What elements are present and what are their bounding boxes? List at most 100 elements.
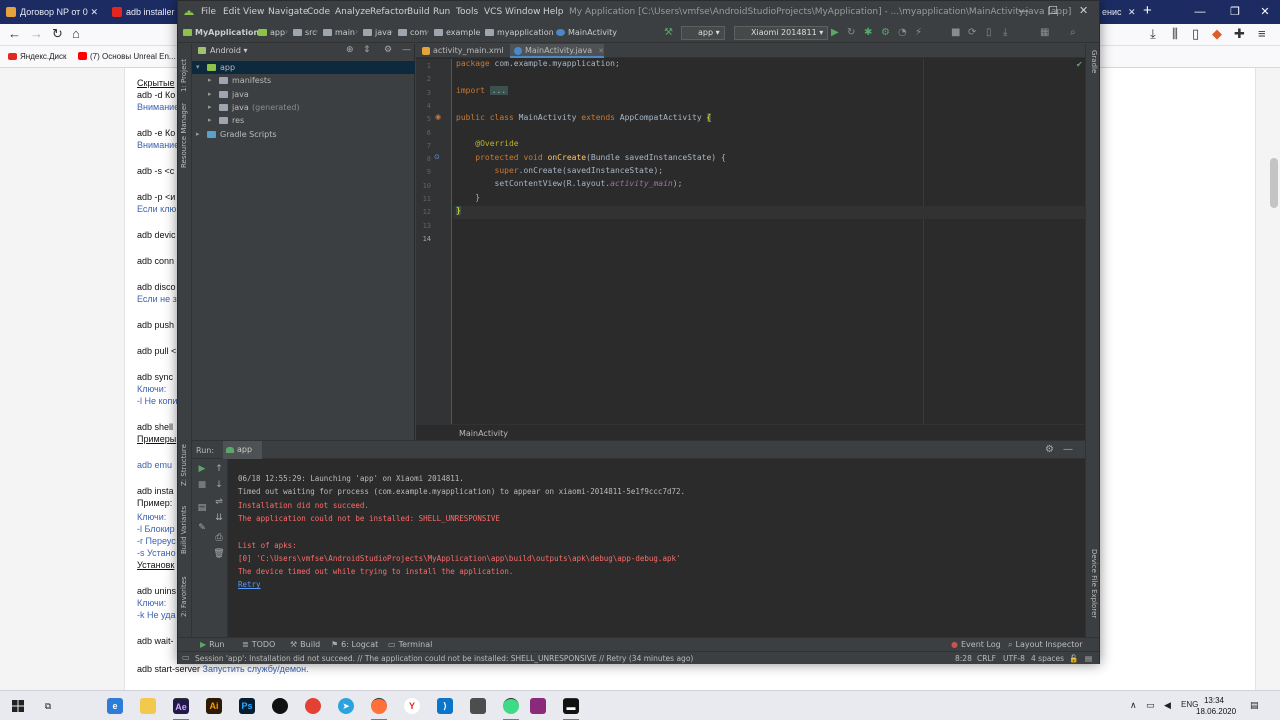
breadcrumb-java[interactable]: java bbox=[363, 28, 392, 37]
settings-icon[interactable]: ⚙ bbox=[1045, 444, 1054, 455]
menu-analyze[interactable]: Analyze bbox=[335, 7, 370, 17]
status-message[interactable]: Session 'app': Installation did not succ… bbox=[195, 654, 693, 663]
layout-icon[interactable]: ▤ bbox=[195, 503, 209, 513]
tree-node-java[interactable]: ▸ java bbox=[192, 88, 415, 101]
menu-file[interactable]: File bbox=[201, 7, 216, 17]
chevron-right-icon[interactable]: ▸ bbox=[196, 128, 200, 141]
tree-node-java[interactable]: ▸ java (generated) bbox=[192, 101, 415, 114]
tool-tab-build[interactable]: ⚒ Build bbox=[290, 640, 320, 649]
menu-edit[interactable]: Edit bbox=[223, 7, 240, 17]
device-combo[interactable]: Xiaomi 2014811 ▾ bbox=[734, 26, 829, 40]
minimize-icon[interactable]: — bbox=[1180, 0, 1220, 24]
tool-tab-event-log[interactable]: ● Event Log bbox=[951, 640, 1001, 649]
illustrator-icon[interactable]: Ai bbox=[206, 698, 222, 714]
edge-icon[interactable]: e bbox=[107, 698, 123, 714]
sdk-manager-icon[interactable]: ⤓ bbox=[1003, 27, 1007, 38]
tool-tab-layout-inspector[interactable]: ⌕ Layout Inspector bbox=[1008, 640, 1083, 650]
favorites-tool-tab[interactable]: 2: Favorites bbox=[180, 576, 188, 617]
network-icon[interactable]: ▭ bbox=[1146, 700, 1155, 711]
close-tab-icon[interactable]: ✕ bbox=[1124, 0, 1140, 24]
after-effects-icon[interactable]: Ae bbox=[173, 698, 189, 720]
bookmark-yandex-disk[interactable]: Яндекс.Диск bbox=[8, 52, 67, 61]
breadcrumb-main[interactable]: main bbox=[323, 28, 355, 37]
close-window-icon[interactable]: ✕ bbox=[1245, 0, 1280, 24]
collapse-icon[interactable]: ⇕ bbox=[363, 45, 371, 55]
run-icon[interactable]: ▶ bbox=[831, 27, 839, 38]
firefox-icon[interactable] bbox=[371, 698, 387, 720]
back-icon[interactable]: ← bbox=[8, 26, 21, 41]
chevron-right-icon[interactable]: ▸ bbox=[208, 114, 212, 127]
hammer-build-icon[interactable]: ⚒ bbox=[664, 27, 673, 38]
ide-close-icon[interactable]: ✕ bbox=[1079, 4, 1088, 17]
tree-node-manifests[interactable]: ▸ manifests bbox=[192, 74, 415, 87]
download-icon[interactable]: ⤓ bbox=[1150, 26, 1156, 42]
ide-maximize-icon[interactable]: ☐ bbox=[1048, 4, 1058, 17]
android-studio-icon[interactable] bbox=[503, 698, 519, 720]
editor-tab-active[interactable]: MainActivity.java ✕ bbox=[510, 44, 605, 58]
notifications-icon[interactable]: ▤ bbox=[1250, 700, 1259, 711]
hide-panel-icon[interactable]: — bbox=[1063, 444, 1073, 455]
new-tab-icon[interactable]: + bbox=[1143, 0, 1152, 22]
run-tab-app[interactable]: app bbox=[223, 441, 263, 459]
project-tool-tab[interactable]: 1: Project bbox=[180, 59, 188, 92]
sublime-icon[interactable] bbox=[470, 698, 486, 714]
menu-view[interactable]: View bbox=[243, 7, 264, 17]
menu-vcs[interactable]: VCS bbox=[484, 7, 502, 17]
tool-tab-logcat[interactable]: ⚑ 6: Logcat bbox=[331, 640, 378, 649]
apply-changes-icon[interactable]: ⚡ bbox=[915, 27, 922, 38]
debug-icon[interactable]: ✱ bbox=[864, 27, 872, 38]
avd-manager-icon[interactable]: ▯ bbox=[986, 27, 992, 38]
chevron-down-icon[interactable]: ▾ bbox=[196, 61, 200, 74]
menu-code[interactable]: Code bbox=[307, 7, 330, 17]
menu-help[interactable]: Help bbox=[543, 7, 564, 17]
breadcrumb-app[interactable]: app bbox=[258, 28, 285, 37]
tool-tab-run[interactable]: ▶ Run bbox=[200, 640, 225, 649]
clock[interactable]: 13:34 18.06.2020 bbox=[1196, 695, 1236, 717]
file-encoding[interactable]: UTF-8 bbox=[1003, 654, 1025, 663]
tray-chevron-icon[interactable]: ∧ bbox=[1130, 700, 1137, 711]
rerun-icon[interactable]: ▶ bbox=[195, 464, 209, 474]
build-variants-tool-tab[interactable]: Build Variants bbox=[180, 506, 188, 554]
line-separator[interactable]: CRLF bbox=[977, 654, 996, 663]
forward-icon[interactable]: → bbox=[30, 26, 43, 41]
menu-navigate[interactable]: Navigate bbox=[268, 7, 308, 17]
recorder-icon[interactable] bbox=[272, 698, 288, 714]
chrome-icon[interactable] bbox=[305, 698, 321, 714]
scroll-down-icon[interactable]: ↓ bbox=[212, 480, 226, 490]
indent-setting[interactable]: 4 spaces bbox=[1031, 654, 1064, 663]
hide-panel-icon[interactable]: — bbox=[402, 45, 411, 55]
menu-icon[interactable]: ≡ bbox=[1258, 26, 1266, 41]
menu-run[interactable]: Run bbox=[433, 7, 450, 17]
terminal-icon[interactable]: ▬ bbox=[563, 698, 579, 720]
gradle-tool-tab[interactable]: Gradle bbox=[1090, 50, 1098, 73]
scroll-up-icon[interactable]: ↑ bbox=[212, 464, 226, 474]
telegram-icon[interactable]: ➤ bbox=[338, 698, 354, 714]
run-config-combo[interactable]: app ▾ bbox=[681, 26, 725, 40]
reload-icon[interactable]: ↻ bbox=[52, 26, 63, 42]
sync-gradle-icon[interactable]: ⟳ bbox=[968, 27, 976, 38]
photoshop-icon[interactable]: Ps bbox=[239, 698, 255, 714]
attach-debugger-icon[interactable]: ⚙ bbox=[881, 27, 890, 38]
chevron-right-icon[interactable]: ▸ bbox=[208, 74, 212, 87]
menu-tools[interactable]: Tools bbox=[456, 7, 478, 17]
memory-icon[interactable]: ▤ bbox=[1085, 654, 1092, 663]
print-icon[interactable]: ⎙ bbox=[212, 533, 226, 543]
stop-icon[interactable]: ■ bbox=[195, 480, 209, 490]
home-icon[interactable]: ⌂ bbox=[72, 26, 80, 41]
breadcrumb-mainactivity[interactable]: MainActivity bbox=[556, 28, 617, 37]
tree-node-res[interactable]: ▸ res bbox=[192, 114, 415, 127]
search-icon[interactable]: ⌕ bbox=[1070, 27, 1076, 38]
tool-tab-terminal[interactable]: ▭ Terminal bbox=[388, 640, 432, 649]
tool-tab-todo[interactable]: ≣ TODO bbox=[242, 640, 275, 649]
task-view-icon[interactable]: ⧉ bbox=[40, 698, 56, 714]
layout-inspector-icon[interactable]: ▦ bbox=[1040, 27, 1049, 38]
browser-tab[interactable]: adb installer – bbox=[106, 0, 178, 24]
extension-icon[interactable]: ◆ bbox=[1212, 26, 1222, 42]
library-icon[interactable]: ⫼ bbox=[1172, 26, 1178, 42]
project-view-selector[interactable]: Android ▾ bbox=[198, 46, 248, 55]
menu-refactor[interactable]: Refactor bbox=[370, 7, 408, 17]
soft-wrap-icon[interactable]: ⇌ bbox=[212, 497, 226, 507]
status-panel-icon[interactable]: ▭ bbox=[182, 653, 190, 662]
breadcrumb-myapplication[interactable]: MyApplication bbox=[183, 28, 259, 37]
tree-node-gradle-scripts[interactable]: ▸ Gradle Scripts bbox=[192, 128, 415, 141]
